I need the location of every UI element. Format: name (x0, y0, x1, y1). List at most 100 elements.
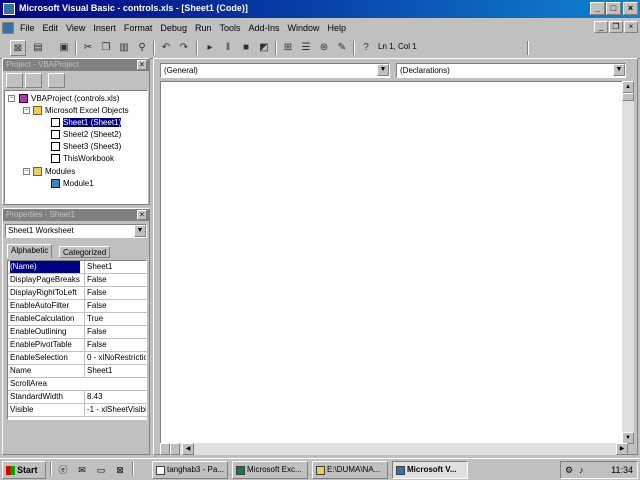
desktop-icon[interactable]: ▭ (94, 463, 108, 477)
property-row[interactable]: ScrollArea (8, 378, 148, 391)
ie-icon[interactable]: ⓔ (56, 463, 70, 477)
properties-grid: (Name) Sheet1 DisplayPageBreaks False Disp… (7, 260, 148, 420)
view-object-icon[interactable] (25, 73, 42, 88)
menu-tools[interactable]: Tools (215, 23, 244, 33)
mdi-restore-button[interactable]: ❐ (609, 21, 623, 33)
property-row[interactable]: EnableAutoFilter False (8, 300, 148, 313)
collapse-icon[interactable]: − (8, 95, 15, 102)
project-panel-close-button[interactable]: × (137, 60, 147, 70)
properties-icon[interactable]: ☰ (298, 40, 314, 56)
clock[interactable]: 11:34 (611, 462, 633, 478)
paste-icon[interactable]: ▥ (116, 40, 132, 56)
chevron-down-icon[interactable]: ▼ (377, 64, 389, 76)
property-row[interactable]: Visible -1 - xlSheetVisible (8, 404, 148, 417)
property-row[interactable]: EnableCalculation True (8, 313, 148, 326)
tree-node-sheet3[interactable]: Sheet3 (Sheet3) (51, 141, 121, 153)
toggle-folders-icon[interactable] (48, 73, 65, 88)
break-icon[interactable]: ‖ (220, 40, 236, 56)
project-tree[interactable]: − VBAProject (controls.xls) − Microsoft … (4, 90, 148, 204)
property-row[interactable]: StandardWidth 8.43 (8, 391, 148, 404)
save-icon[interactable]: ▣ (56, 40, 72, 56)
vba-app-icon[interactable] (3, 3, 15, 15)
menu-window[interactable]: Window (284, 23, 324, 33)
tree-node-sheet1[interactable]: Sheet1 (Sheet1) (51, 117, 122, 129)
property-row[interactable]: EnableOutlining False (8, 326, 148, 339)
help-icon[interactable]: ? (358, 40, 374, 56)
tree-node-modules[interactable]: Modules (33, 166, 75, 178)
scroll-thumb[interactable] (622, 93, 634, 101)
menu-run[interactable]: Run (191, 23, 216, 33)
insert-icon[interactable]: ▤ (30, 40, 46, 56)
property-row[interactable]: EnablePivotTable False (8, 339, 148, 352)
undo-icon[interactable]: ↶ (158, 40, 174, 56)
properties-panel-title[interactable]: Properties - Sheet1 (3, 209, 149, 221)
menu-insert[interactable]: Insert (89, 23, 120, 33)
object-dropdown[interactable]: (General) ▼ (160, 63, 390, 78)
menu-help[interactable]: Help (324, 23, 351, 33)
toolbox-icon[interactable]: ✎ (334, 40, 350, 56)
mdi-minimize-button[interactable]: _ (594, 21, 608, 33)
taskbar-item-active[interactable]: Microsoft V... (392, 461, 468, 479)
run-icon[interactable]: ▸ (202, 40, 218, 56)
view-code-icon[interactable] (6, 73, 23, 88)
object-selector-dropdown[interactable]: Sheet1 Worksheet ▼ (5, 224, 147, 238)
scroll-right-icon[interactable]: ▶ (616, 443, 628, 455)
minimize-button[interactable]: _ (590, 2, 605, 15)
volume-icon[interactable]: ♪ (579, 462, 584, 478)
tree-node-module1[interactable]: Module1 (51, 178, 94, 190)
module-view-icon[interactable] (170, 443, 180, 455)
close-button[interactable]: × (623, 2, 638, 15)
network-icon[interactable]: ⚙ (565, 462, 573, 478)
outlook-icon[interactable]: ✉ (75, 463, 89, 477)
chevron-down-icon[interactable]: ▼ (613, 64, 625, 76)
vertical-scrollbar[interactable]: ▲ ▼ (622, 81, 634, 444)
scroll-up-icon[interactable]: ▲ (622, 81, 634, 93)
code-editor[interactable] (160, 81, 628, 444)
tree-node-excel-objects[interactable]: Microsoft Excel Objects (33, 105, 129, 117)
chevron-down-icon[interactable]: ▼ (134, 225, 146, 237)
property-row[interactable]: DisplayPageBreaks False (8, 274, 148, 287)
property-row[interactable]: EnableSelection0 - xlNoRestrictions (8, 352, 148, 365)
taskbar-item[interactable]: tanghab3 - Pa... (152, 461, 228, 479)
maximize-button[interactable]: □ (606, 2, 621, 15)
properties-panel-close-button[interactable]: × (137, 210, 147, 220)
start-button[interactable]: Start (2, 461, 46, 479)
menu-add-ins[interactable]: Add-Ins (244, 23, 283, 33)
design-icon[interactable]: ◩ (256, 40, 272, 56)
find-icon[interactable]: ⚲ (134, 40, 150, 56)
project-panel-title[interactable]: Project - VBAProject (3, 59, 149, 71)
project-explorer-icon[interactable]: ⊞ (280, 40, 296, 56)
menu-file[interactable]: File (16, 23, 39, 33)
collapse-icon[interactable]: − (23, 107, 30, 114)
mdi-close-button[interactable]: × (624, 21, 638, 33)
redo-icon[interactable]: ↷ (176, 40, 192, 56)
horizontal-scrollbar[interactable]: ◀ ▶ (160, 443, 628, 455)
copy-icon[interactable]: ❐ (98, 40, 114, 56)
taskbar-item[interactable]: Microsoft Exc... (232, 461, 308, 479)
menu-debug[interactable]: Debug (156, 23, 191, 33)
cut-icon[interactable]: ✂ (80, 40, 96, 56)
tree-node-sheet2[interactable]: Sheet2 (Sheet2) (51, 129, 121, 141)
tab-categorized[interactable]: Categorized (59, 246, 111, 258)
procedure-view-icon[interactable] (160, 443, 170, 455)
title-bar[interactable]: Microsoft Visual Basic - controls.xls - … (0, 0, 640, 18)
procedure-dropdown[interactable]: (Declarations) ▼ (396, 63, 626, 78)
collapse-icon[interactable]: − (23, 168, 30, 175)
object-browser-icon[interactable]: ⊛ (316, 40, 332, 56)
reset-icon[interactable]: ■ (238, 40, 254, 56)
menu-bar: File Edit View Insert Format Debug Run T… (0, 18, 640, 37)
menu-edit[interactable]: Edit (39, 23, 63, 33)
property-row[interactable]: DisplayRightToLeft False (8, 287, 148, 300)
tree-node-vbaproject[interactable]: VBAProject (controls.xls) (19, 93, 119, 105)
taskbar-item[interactable]: E:\DUMA\NA... (312, 461, 388, 479)
scroll-left-icon[interactable]: ◀ (182, 443, 194, 455)
excel-icon[interactable]: ⊠ (113, 463, 127, 477)
property-row[interactable]: Name Sheet1 (8, 365, 148, 378)
menu-format[interactable]: Format (120, 23, 157, 33)
excel-icon[interactable]: ⊠ (10, 40, 26, 56)
menu-view[interactable]: View (62, 23, 89, 33)
tree-node-thisworkbook[interactable]: ThisWorkbook (51, 153, 114, 165)
property-row[interactable]: (Name) Sheet1 (8, 261, 148, 274)
code-window-icon[interactable] (2, 21, 14, 34)
tab-alphabetic[interactable]: Alphabetic (7, 244, 53, 258)
